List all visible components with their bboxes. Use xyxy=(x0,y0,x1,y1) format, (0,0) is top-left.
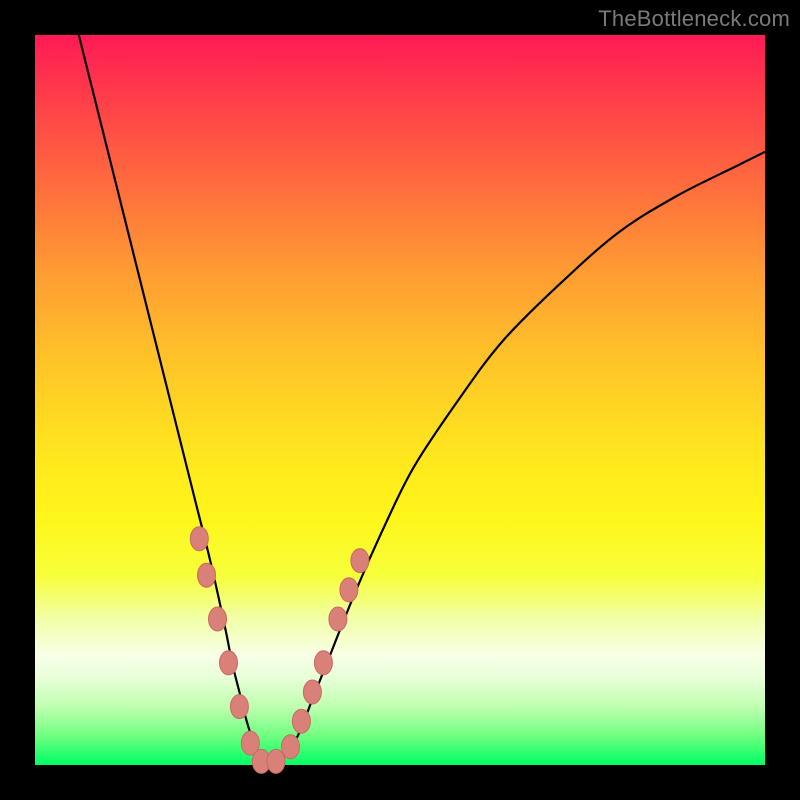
curve-marker xyxy=(303,680,321,704)
curve-marker xyxy=(190,527,208,551)
bottleneck-curve xyxy=(79,35,765,765)
curve-marker xyxy=(220,651,238,675)
chart-svg xyxy=(35,35,765,765)
curve-marker xyxy=(209,607,227,631)
curve-marker xyxy=(329,607,347,631)
curve-marker xyxy=(340,578,358,602)
curve-marker xyxy=(198,563,216,587)
curve-marker xyxy=(282,735,300,759)
curve-marker xyxy=(292,709,310,733)
curve-marker xyxy=(314,651,332,675)
chart-plot-area xyxy=(35,35,765,765)
curve-marker xyxy=(267,749,285,773)
curve-marker xyxy=(351,549,369,573)
watermark-text: TheBottleneck.com xyxy=(598,6,790,32)
chart-frame: TheBottleneck.com xyxy=(0,0,800,800)
curve-marker xyxy=(230,695,248,719)
curve-markers xyxy=(190,527,369,774)
